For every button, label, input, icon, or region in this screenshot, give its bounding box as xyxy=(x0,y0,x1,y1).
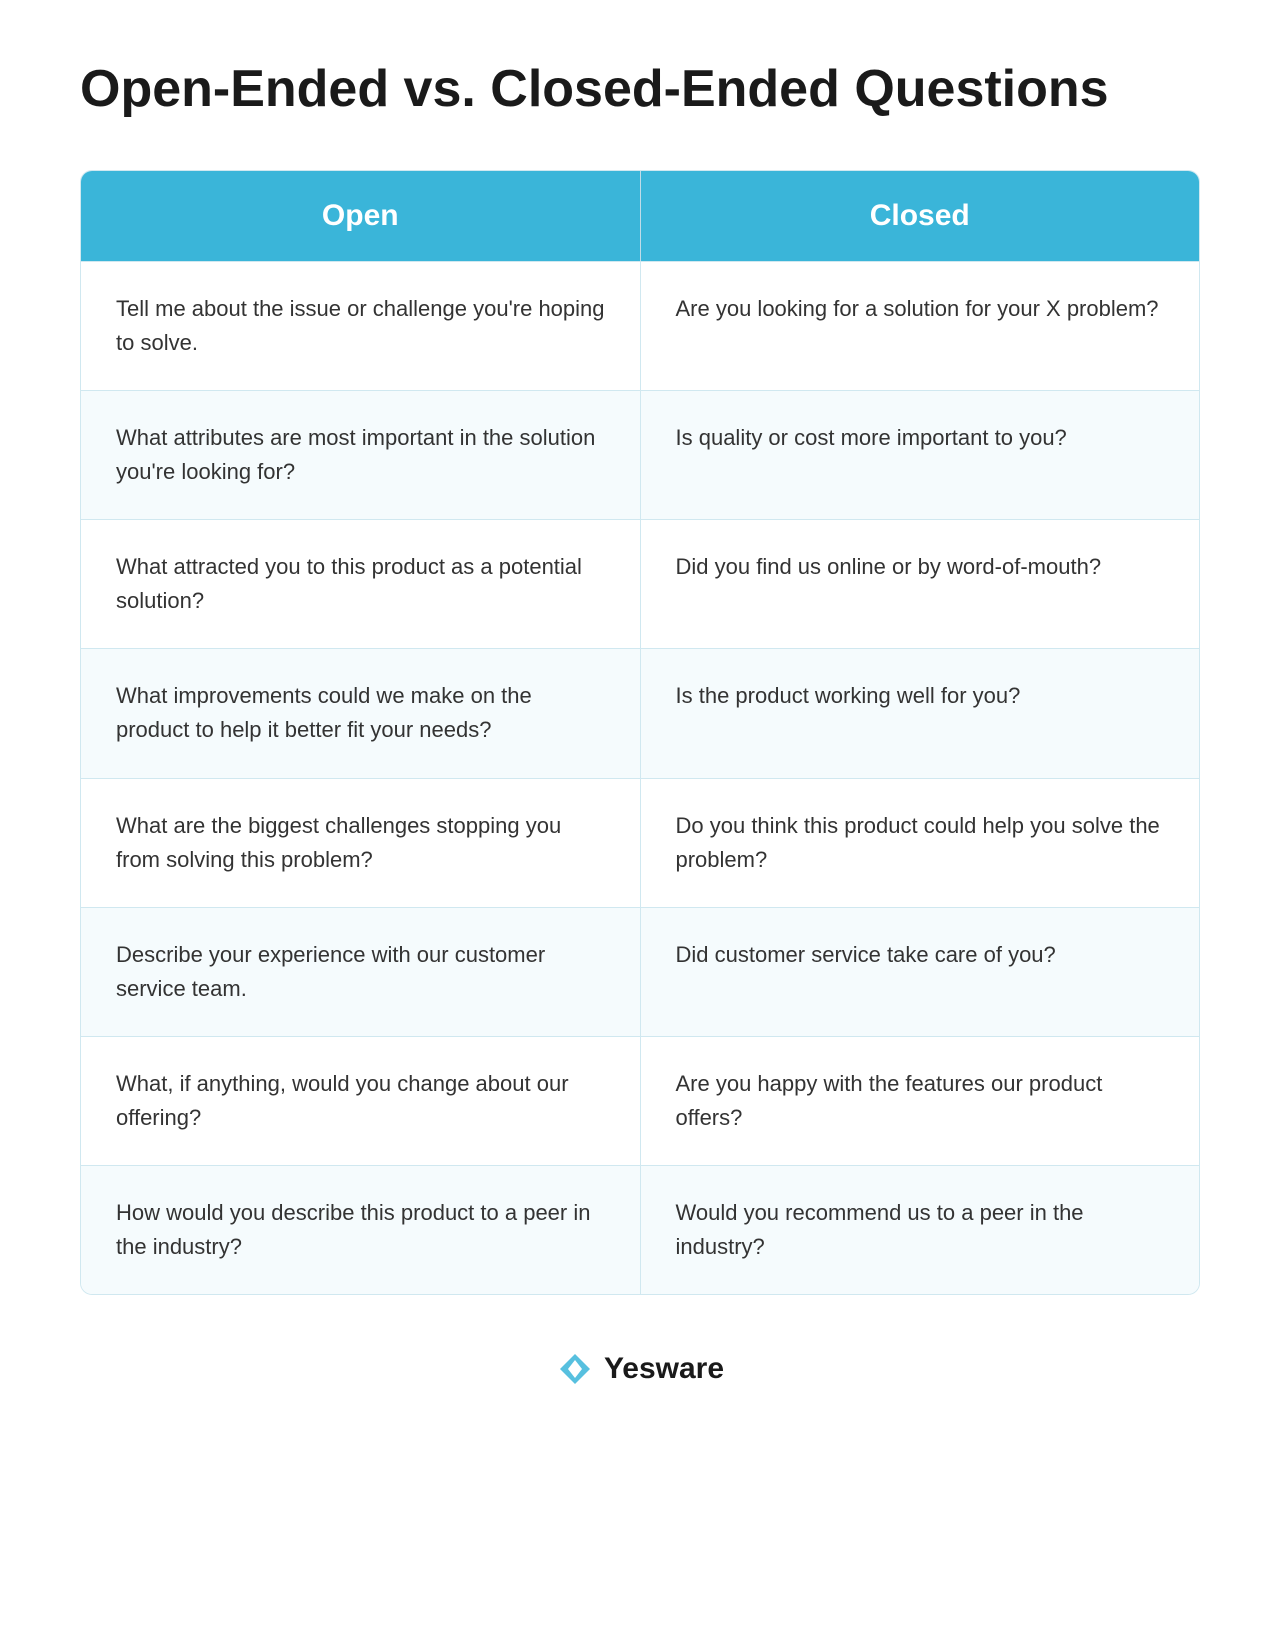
closed-cell: Are you happy with the features our prod… xyxy=(641,1037,1200,1165)
open-cell: What are the biggest challenges stopping… xyxy=(81,779,641,907)
closed-cell: Is the product working well for you? xyxy=(641,649,1200,777)
open-cell: Tell me about the issue or challenge you… xyxy=(81,262,641,390)
brand-name: Yesware xyxy=(604,1352,724,1386)
table-row: What, if anything, would you change abou… xyxy=(81,1036,1199,1165)
comparison-table: Open Closed Tell me about the issue or c… xyxy=(80,170,1200,1296)
open-cell: What improvements could we make on the p… xyxy=(81,649,641,777)
page-container: Open-Ended vs. Closed-Ended Questions Op… xyxy=(80,60,1200,1388)
closed-cell: Do you think this product could help you… xyxy=(641,779,1200,907)
closed-cell: Did customer service take care of you? xyxy=(641,908,1200,1036)
open-column-header: Open xyxy=(81,171,641,261)
open-cell: Describe your experience with our custom… xyxy=(81,908,641,1036)
table-body: Tell me about the issue or challenge you… xyxy=(81,261,1199,1295)
table-row: How would you describe this product to a… xyxy=(81,1165,1199,1294)
brand-logo: Yesware xyxy=(556,1350,724,1388)
table-row: What improvements could we make on the p… xyxy=(81,648,1199,777)
table-row: Tell me about the issue or challenge you… xyxy=(81,261,1199,390)
closed-cell: Is quality or cost more important to you… xyxy=(641,391,1200,519)
closed-column-header: Closed xyxy=(641,171,1200,261)
closed-cell: Would you recommend us to a peer in the … xyxy=(641,1166,1200,1294)
closed-cell: Are you looking for a solution for your … xyxy=(641,262,1200,390)
table-row: What attributes are most important in th… xyxy=(81,390,1199,519)
yesware-icon xyxy=(556,1350,594,1388)
open-cell: What, if anything, would you change abou… xyxy=(81,1037,641,1165)
table-row: What attracted you to this product as a … xyxy=(81,519,1199,648)
table-row: What are the biggest challenges stopping… xyxy=(81,778,1199,907)
open-cell: What attracted you to this product as a … xyxy=(81,520,641,648)
page-title: Open-Ended vs. Closed-Ended Questions xyxy=(80,60,1200,120)
table-row: Describe your experience with our custom… xyxy=(81,907,1199,1036)
open-cell: How would you describe this product to a… xyxy=(81,1166,641,1294)
table-header-row: Open Closed xyxy=(81,171,1199,261)
open-cell: What attributes are most important in th… xyxy=(81,391,641,519)
brand-footer: Yesware xyxy=(80,1350,1200,1388)
closed-cell: Did you find us online or by word-of-mou… xyxy=(641,520,1200,648)
